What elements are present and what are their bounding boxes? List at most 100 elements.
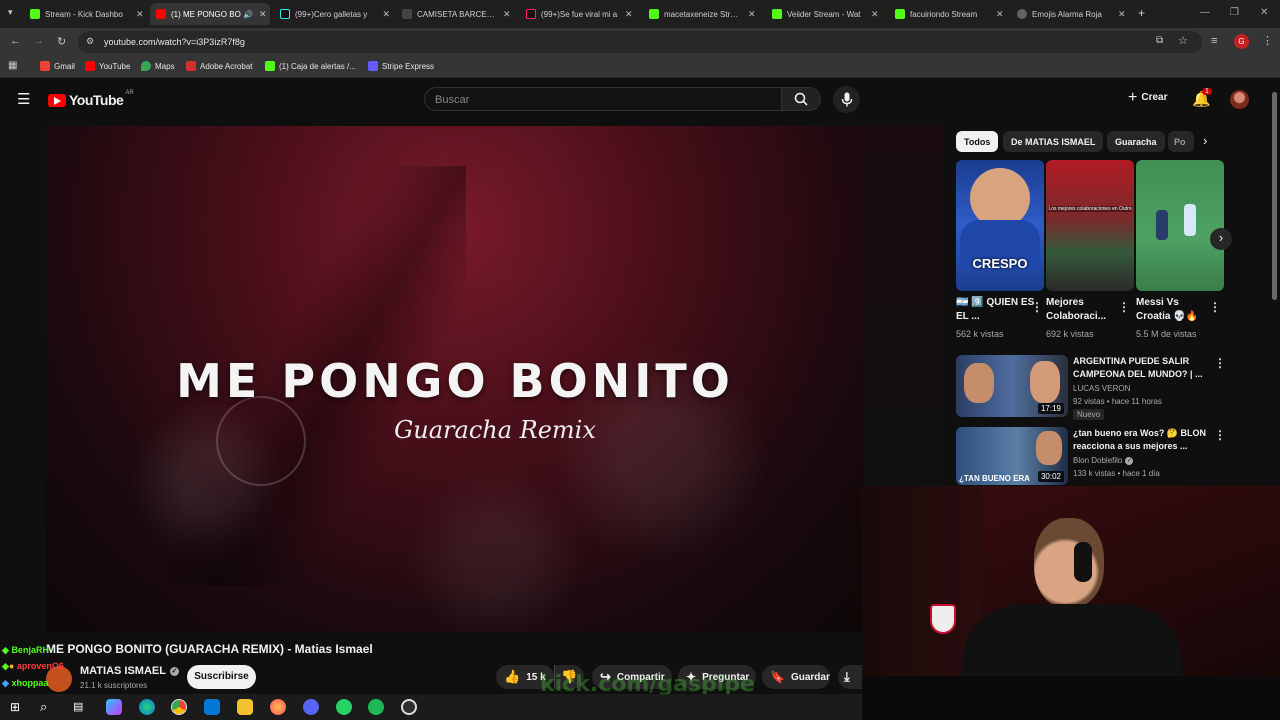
firefox-icon[interactable] [270, 699, 286, 715]
obs-icon[interactable] [401, 699, 417, 715]
browser-tab[interactable]: facuiriondo Stream ✕ [895, 3, 1007, 25]
site-info-icon[interactable]: ⚙ [86, 36, 94, 47]
more-options-icon[interactable]: ⋮ [1209, 300, 1221, 314]
copilot-icon[interactable] [106, 699, 122, 715]
more-options-icon[interactable]: ⋮ [1031, 300, 1043, 314]
chip-de-matias-ismael[interactable]: De MATIAS ISMAEL [1003, 131, 1104, 152]
browser-tab[interactable]: Veiider Stream - Wat ✕ [772, 3, 884, 25]
video-title[interactable]: ARGENTINA PUEDE SALIR CAMPEONA DEL MUNDO… [1073, 355, 1209, 381]
youtube-logo[interactable]: YouTube AR [48, 90, 134, 108]
windows-start-icon[interactable]: ⊞ [10, 700, 20, 714]
page-scrollbar[interactable] [1272, 92, 1277, 300]
channel-name[interactable]: LUCAS VERON [1073, 384, 1130, 393]
chip-partial[interactable]: Po [1168, 131, 1194, 152]
video-thumbnail[interactable]: 17:19 [956, 355, 1068, 417]
spotify-icon[interactable] [368, 699, 384, 715]
short-thumbnail[interactable]: Los mejores colaboraciones en Outro [1046, 160, 1134, 291]
browser-tab[interactable]: macetaxeneize Stream ✕ [649, 3, 761, 25]
back-arrow-icon[interactable]: ← [10, 35, 21, 47]
short-thumbnail[interactable] [1136, 160, 1224, 291]
channel-name[interactable]: MATIAS ISMAEL ✓ [80, 665, 179, 677]
speaker-icon[interactable]: 🔊 [243, 10, 253, 19]
close-icon[interactable]: ✕ [259, 9, 267, 20]
whatsapp-icon[interactable] [336, 699, 352, 715]
chip-todos[interactable]: Todos [956, 131, 999, 152]
browser-tab[interactable]: CAMISETA BARCELON ✕ [402, 3, 512, 25]
apps-grid-icon[interactable]: ▦ [8, 60, 17, 71]
close-icon[interactable]: ✕ [996, 9, 1004, 20]
tab-search-icon[interactable]: ▾ [8, 7, 13, 18]
save-button[interactable]: 🔖 Guardar [762, 665, 830, 689]
close-icon[interactable]: ✕ [1118, 9, 1126, 20]
bookmark-kick-alerts[interactable]: (1) Caja de alertas /... [265, 61, 356, 71]
media-control-icon[interactable]: ≡ [1211, 35, 1217, 47]
install-icon[interactable]: ⧉ [1156, 35, 1163, 46]
close-icon[interactable]: ✕ [625, 9, 633, 20]
download-button[interactable]: ⤓ [838, 665, 862, 689]
more-options-icon[interactable]: ⋮ [1214, 428, 1226, 442]
restore-icon[interactable]: ❐ [1230, 7, 1239, 18]
bookmark-label: YouTube [99, 61, 131, 71]
file-explorer-icon[interactable] [237, 699, 253, 715]
short-thumbnail[interactable]: CRESPO [956, 160, 1044, 291]
menu-kebab-icon[interactable]: ⋮ [1262, 34, 1273, 47]
search-input[interactable]: Buscar [424, 87, 782, 111]
chat-username: BenjaRH [11, 645, 49, 655]
close-icon[interactable]: ✕ [136, 9, 144, 20]
create-button[interactable]: + Crear [1128, 89, 1167, 105]
address-bar[interactable]: ⚙ youtube.com/watch?v=i3P3izR7f8g ⧉ ☆ [78, 31, 1202, 53]
chip-guaracha[interactable]: Guaracha [1107, 131, 1165, 152]
close-window-icon[interactable]: ✕ [1260, 7, 1268, 18]
gmail-icon [40, 61, 50, 71]
chrome-icon[interactable] [171, 699, 187, 715]
video-player[interactable]: ME PONGO BONITO Guaracha Remix [46, 126, 864, 632]
browser-tab[interactable]: (99+)Cero galletas y ✕ [280, 3, 390, 25]
shorts-next-button[interactable]: › [1210, 228, 1232, 250]
bookmark-stripe[interactable]: Stripe Express [368, 61, 434, 71]
close-icon[interactable]: ✕ [503, 9, 511, 20]
microsoft-store-icon[interactable] [204, 699, 220, 715]
short-title[interactable]: Mejores Colaboraci... [1046, 296, 1116, 324]
forward-arrow-icon[interactable]: → [33, 35, 44, 47]
minimize-icon[interactable]: — [1200, 7, 1210, 18]
search-button[interactable] [781, 87, 821, 111]
bookmark-youtube[interactable]: YouTube [85, 61, 130, 71]
account-avatar[interactable] [1230, 90, 1249, 109]
profile-avatar[interactable]: G [1234, 34, 1249, 49]
browser-tab-active[interactable]: (1) ME PONGO BO 🔊 ✕ [150, 3, 270, 25]
notifications-button[interactable]: 🔔 1 [1192, 88, 1212, 109]
video-title[interactable]: ¿tan bueno era Wos? 🤔 BLON reacciona a s… [1073, 427, 1209, 453]
search-icon[interactable]: ⌕ [40, 699, 47, 715]
discord-icon[interactable] [303, 699, 319, 715]
chat-badge-icon: ● [8, 661, 15, 671]
browser-tab[interactable]: Stream - Kick Dashbo ✕ [30, 3, 152, 25]
browser-tab[interactable]: (99+)Se fue viral mi a ✕ [526, 3, 638, 25]
bookmark-star-icon[interactable]: ☆ [1178, 34, 1188, 47]
close-icon[interactable]: ✕ [382, 9, 390, 20]
channel-name[interactable]: Blon Doblefilo ✓ [1073, 456, 1134, 465]
reload-icon[interactable]: ↻ [57, 35, 66, 48]
browser-toolbar: ← → ↻ ⚙ youtube.com/watch?v=i3P3izR7f8g … [0, 28, 1280, 56]
short-title[interactable]: 🇦🇷 9️⃣ QUIEN ES EL ... [956, 296, 1038, 324]
close-icon[interactable]: ✕ [748, 9, 756, 20]
browser-tab[interactable]: Emojis Alarma Roja ✕ [1017, 3, 1129, 25]
bookmark-gmail[interactable]: Gmail [40, 61, 75, 71]
short-title[interactable]: Messi Vs Croatia 💀🔥 [1136, 296, 1208, 324]
verified-check-icon: ✓ [1125, 456, 1134, 465]
hamburger-menu-icon[interactable]: ☰ [17, 90, 30, 108]
bookmark-adobe[interactable]: Adobe Acrobat [186, 61, 252, 71]
more-options-icon[interactable]: ⋮ [1118, 300, 1130, 314]
youtube-icon [85, 61, 95, 71]
more-options-icon[interactable]: ⋮ [1214, 356, 1226, 370]
task-view-icon[interactable]: ▤ [73, 700, 83, 713]
voice-search-button[interactable] [833, 86, 860, 113]
new-tab-plus-icon[interactable]: + [1138, 6, 1145, 20]
url-text[interactable]: youtube.com/watch?v=i3P3izR7f8g [104, 37, 245, 47]
bookmark-maps[interactable]: Maps [141, 61, 175, 71]
stripe-icon [368, 61, 378, 71]
chevron-right-icon[interactable]: › [1203, 133, 1207, 148]
close-icon[interactable]: ✕ [871, 9, 879, 20]
subscribe-button[interactable]: Suscribirse [187, 665, 256, 689]
video-thumbnail[interactable]: ¿TAN BUENO ERA 30:02 [956, 427, 1068, 485]
edge-icon[interactable] [139, 699, 155, 715]
